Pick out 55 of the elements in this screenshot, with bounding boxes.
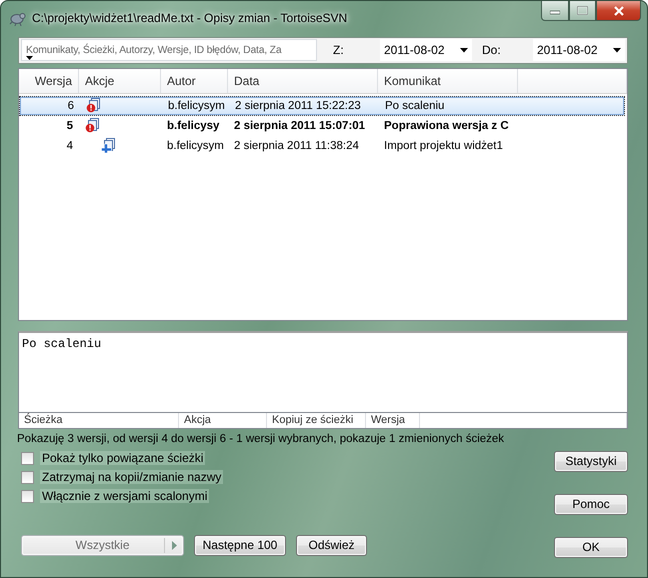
to-label: Do: (482, 43, 502, 58)
checkbox-label: Włącznie z wersjami scalonymi (40, 489, 210, 504)
checkbox[interactable] (21, 470, 34, 484)
ok-button[interactable]: OK (554, 536, 628, 558)
maximize-button[interactable] (569, 1, 596, 21)
date-cell-text: 2 sierpnia 2011 11:38:24 (233, 140, 360, 152)
column-header[interactable]: Akcje (79, 68, 161, 93)
log-message-text[interactable]: Po scaleniu (18, 330, 628, 414)
column-header[interactable]: Wersja (19, 68, 79, 93)
author-cell-text: b.felicysy (166, 120, 220, 132)
date-picker[interactable]: 2011-08-02 (380, 39, 472, 62)
dropdown-arrow-icon (26, 56, 33, 60)
message-cell-text: Poprawiona wersja z C (383, 120, 510, 132)
column-header[interactable]: Wersja (366, 413, 420, 428)
added-file-icon (101, 138, 115, 154)
checkbox[interactable] (21, 452, 34, 465)
modified-file-icon (85, 118, 99, 134)
date-cell-text: 2 sierpnia 2011 15:22:23 (234, 100, 362, 112)
author-cell-text: b.felicysym (167, 100, 226, 112)
date-cell-text: 2 sierpnia 2011 15:07:01 (233, 120, 366, 132)
close-button[interactable] (596, 1, 641, 21)
checkbox-label: Zatrzymaj na kopii/zmianie nazwy (40, 470, 224, 484)
column-header[interactable]: Data (228, 68, 378, 93)
revision-cell-text: 5 (66, 120, 74, 132)
status-text: Pokazuję 3 wersji, od wersji 4 do wersji 6 - 1 wersji wybranych, pokazuje 1 zmienionych ścieżek (17, 432, 506, 447)
minimize-button[interactable] (541, 1, 569, 21)
revision-row[interactable]: 5 b.felicysy 2 sierpnia 2011 15:07:01 Poprawiona wersja z C (19, 116, 625, 136)
revision-row[interactable]: 4 b.felicysym 2 sierpnia 2011 11:38:24 Import projektu widżet1 (19, 136, 625, 156)
revision-row[interactable]: 6 b.felicysym 2 sierpnia 2011 15:22:23 Po scaleniu (19, 96, 625, 116)
button[interactable]: Statystyki (554, 450, 628, 472)
message-cell-text: Import projektu widżet1 (383, 140, 504, 152)
dropdown-arrow-icon (171, 540, 177, 550)
revision-cell-text: 4 (66, 140, 74, 152)
modified-file-icon (86, 98, 100, 114)
revision-cell-text: 6 (66, 100, 75, 112)
column-header[interactable]: Kopiuj ze ścieżki (267, 413, 366, 428)
from-label: Z: (333, 43, 345, 58)
dropdown-arrow-icon (460, 48, 468, 53)
window-title: C:\projekty\widżet1\readMe.txt - Opisy zmian - TortoiseSVN (32, 11, 348, 26)
column-header[interactable]: Komunikat (378, 68, 518, 93)
author-cell-text: b.felicysym (166, 140, 225, 152)
column-header[interactable]: Ścieżka (19, 413, 179, 428)
date-picker[interactable]: 2011-08-02 (533, 39, 625, 62)
dropdown-arrow-icon (613, 48, 621, 53)
button[interactable]: Pomoc (554, 494, 628, 515)
close-icon (614, 6, 624, 16)
column-header[interactable]: Akcja (179, 413, 267, 428)
column-header[interactable]: Autor (161, 68, 228, 93)
search-field[interactable]: Komunikaty, Ścieżki, Autorzy, Wersje, ID błędów, Data, Za (21, 39, 317, 62)
button[interactable]: Odśwież (296, 534, 367, 556)
checkbox[interactable] (21, 490, 34, 503)
message-cell-text: Po scaleniu (384, 100, 446, 112)
button[interactable]: Następne 100 (194, 534, 286, 556)
checkbox-label: Pokaż tylko powiązane ścieżki (40, 451, 206, 466)
maximize-icon (577, 6, 588, 15)
